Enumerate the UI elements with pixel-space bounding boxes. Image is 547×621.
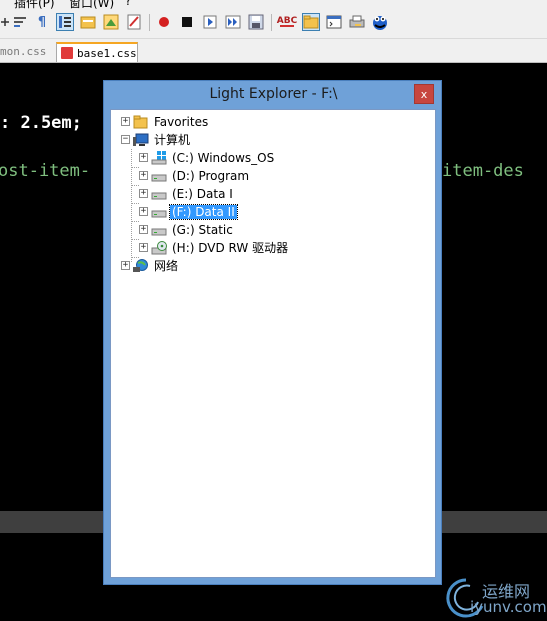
- tree-item-label: 网络: [154, 259, 179, 273]
- tree-item-label: Favorites: [154, 114, 209, 129]
- tree-item-label-selected: (F:) Data II: [169, 203, 238, 220]
- document-tab-bar: mon.css base1.css: [0, 39, 547, 63]
- pilcrow-icon[interactable]: ¶: [33, 13, 51, 31]
- tree-connector: [131, 149, 132, 262]
- doc-edit-icon[interactable]: [125, 13, 143, 31]
- code-line-2-right: item-des: [442, 161, 524, 181]
- console-icon[interactable]: [325, 13, 343, 31]
- save-macro-icon[interactable]: [247, 13, 265, 31]
- image-icon[interactable]: [102, 13, 120, 31]
- tree-connector: [131, 167, 139, 168]
- tab-label: mon.css: [0, 45, 47, 58]
- computer-icon: [133, 133, 149, 147]
- watermark: 运维网 iyunv.com: [440, 572, 547, 621]
- tree-item-drive-h[interactable]: + (H:) DVD RW 驱动器: [139, 239, 290, 256]
- expand-icon[interactable]: +: [121, 261, 130, 270]
- dialog-title: Light Explorer - F:\: [209, 86, 338, 102]
- save-state-icon: [61, 47, 73, 59]
- tree-item-drive-g[interactable]: + (G:) Static: [139, 221, 235, 238]
- toolbar: ¶ ABC: [0, 9, 547, 39]
- print-icon[interactable]: [348, 13, 366, 31]
- folder-icon: [133, 115, 149, 129]
- code-line-1: : 2.5em;: [0, 113, 82, 133]
- folder-view-icon[interactable]: [79, 13, 97, 31]
- toolbar-separator: [149, 14, 150, 31]
- record-macro-icon[interactable]: [155, 13, 173, 31]
- run-multiple-icon[interactable]: [224, 13, 242, 31]
- menu-plugins[interactable]: 插件(P): [14, 0, 55, 9]
- tree-item-drive-d[interactable]: + (D:) Program: [139, 167, 251, 184]
- tree-item-computer[interactable]: − 计算机: [121, 131, 192, 148]
- code-line-2-left: ost-item-: [0, 161, 91, 181]
- tree-item-favorites[interactable]: + Favorites: [121, 113, 210, 130]
- expand-icon[interactable]: +: [139, 189, 148, 198]
- windows-drive-icon: [151, 150, 167, 165]
- tree-connector: [131, 203, 139, 204]
- tree-item-label: (G:) Static: [172, 222, 233, 237]
- menu-bar: 插件(P) 窗口(W) ?: [0, 0, 547, 9]
- tab-label: base1.css: [77, 47, 137, 60]
- expand-icon[interactable]: +: [139, 207, 148, 216]
- play-macro-icon[interactable]: [201, 13, 219, 31]
- tree-item-drive-c[interactable]: + (C:) Windows_OS: [139, 149, 276, 166]
- tree-item-network[interactable]: + 网络: [121, 257, 180, 274]
- collapse-icon[interactable]: −: [121, 135, 130, 144]
- network-icon: [133, 258, 149, 273]
- stop-macro-icon[interactable]: [178, 13, 196, 31]
- light-explorer-dialog: Light Explorer - F:\ x + Favorites − 计算机…: [103, 80, 442, 585]
- indent-guide-icon[interactable]: [56, 13, 74, 31]
- tab-common-css[interactable]: mon.css: [0, 42, 50, 62]
- tree-connector: [131, 239, 139, 240]
- expand-icon[interactable]: +: [139, 243, 148, 252]
- watermark-text-bottom: iyunv.com: [470, 598, 547, 616]
- expand-icon[interactable]: +: [139, 171, 148, 180]
- close-button[interactable]: x: [414, 84, 434, 104]
- hard-drive-icon: [151, 205, 167, 219]
- dvd-drive-icon: [151, 240, 167, 255]
- tree-item-label: (D:) Program: [172, 168, 250, 183]
- toolbar-separator: [271, 14, 272, 31]
- hard-drive-icon: [151, 169, 167, 183]
- zoom-icon[interactable]: [0, 13, 10, 31]
- tree-item-drive-e[interactable]: + (E:) Data I: [139, 185, 235, 202]
- menu-window[interactable]: 窗口(W): [69, 0, 114, 9]
- hard-drive-icon: [151, 187, 167, 201]
- folder-tree[interactable]: + Favorites − 计算机 + (C:) Windows_OS + (D…: [110, 109, 436, 578]
- tree-item-label: (H:) DVD RW 驱动器: [172, 241, 289, 255]
- tree-connector: [131, 185, 139, 186]
- wrap-icon[interactable]: [12, 13, 30, 31]
- tree-item-label: (C:) Windows_OS: [172, 150, 275, 165]
- cookie-monster-icon[interactable]: [371, 13, 389, 31]
- menu-help[interactable]: ?: [125, 0, 131, 8]
- tree-item-label: (E:) Data I: [172, 186, 233, 201]
- hard-drive-icon: [151, 223, 167, 237]
- tree-item-label: 计算机: [154, 133, 191, 147]
- expand-icon[interactable]: +: [139, 225, 148, 234]
- light-explorer-icon[interactable]: [302, 13, 320, 31]
- expand-icon[interactable]: +: [121, 117, 130, 126]
- tree-connector: [131, 221, 139, 222]
- expand-icon[interactable]: +: [139, 153, 148, 162]
- tab-base1-css[interactable]: base1.css: [56, 42, 138, 62]
- tree-item-drive-f[interactable]: + (F:) Data II: [139, 203, 238, 220]
- spellcheck-icon[interactable]: ABC: [277, 13, 297, 31]
